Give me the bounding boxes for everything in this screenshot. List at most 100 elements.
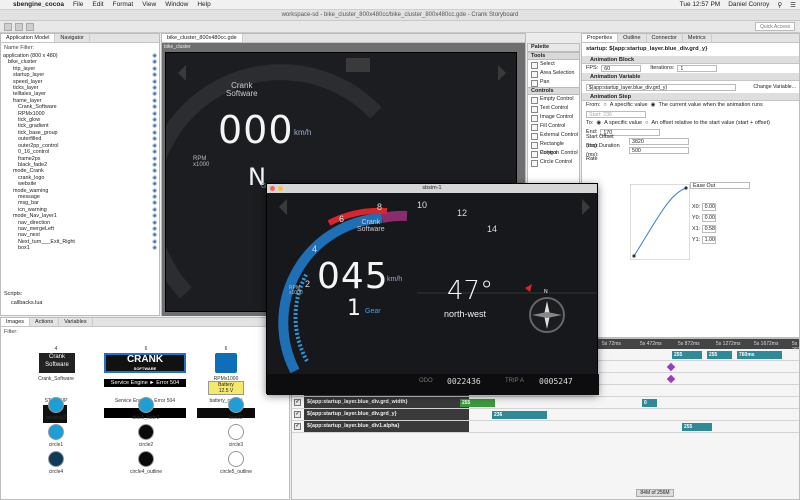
menu-list-icon[interactable]: ☰ <box>790 1 796 9</box>
palette-control-empty-control[interactable]: Empty Control <box>528 95 579 104</box>
palette-control-polygon-control[interactable]: Polygon Control <box>528 149 579 158</box>
simulator-window[interactable]: sbsim-1 Crank Software 045 km/h 1 Gear RP… <box>266 183 599 395</box>
section-animation-block[interactable]: Animation Block <box>582 56 799 64</box>
palette-tools-header[interactable]: Tools <box>528 52 579 60</box>
y0-field[interactable]: 0.00 <box>701 214 716 222</box>
palette-title: Palette <box>528 44 579 52</box>
to-radio-offset[interactable]: ○ <box>645 119 648 128</box>
search-icon[interactable]: ⚲ <box>777 1 782 9</box>
animation-step-bar[interactable]: 255 <box>460 399 495 407</box>
x0-field[interactable]: 0.00 <box>701 203 716 211</box>
row-enable-checkbox[interactable]: ✓ <box>294 411 301 418</box>
fps-field[interactable]: 60 <box>601 65 642 72</box>
start-field[interactable]: Start: 236 <box>586 111 646 118</box>
animation-step-bar[interactable]: 760ms <box>737 351 782 359</box>
palette-tool-select[interactable]: Select <box>528 60 579 69</box>
image-thumb-bearing2[interactable] <box>48 397 64 413</box>
menu-edit[interactable]: Edit <box>92 1 103 8</box>
tab-outline[interactable]: Outline <box>618 34 647 42</box>
palette-control-circle-control[interactable]: Circle Control <box>528 158 579 167</box>
palette-control-external-control[interactable]: External Control <box>528 131 579 140</box>
tab-variables[interactable]: Variables <box>59 318 93 326</box>
image-thumb-box22[interactable] <box>228 397 244 413</box>
menu-window[interactable]: Window <box>165 1 188 8</box>
palette-controls: Empty Control Text Control Image Control Fi… <box>528 95 579 167</box>
tab-connector[interactable]: Connector <box>647 34 683 42</box>
tab-actions[interactable]: Actions <box>30 318 60 326</box>
variable-field[interactable]: ${app:startup_layer.blue_div.grd_y} <box>586 83 736 91</box>
tab-properties[interactable]: Properties <box>582 34 619 42</box>
img-crank-software-thumb[interactable]: Crank Software <box>39 353 75 373</box>
palette-control-fill-control[interactable]: Fill Control <box>528 122 579 131</box>
iterations-field[interactable]: 1 <box>677 65 718 72</box>
menu-app-name[interactable]: sbengine_cocoa <box>13 1 64 8</box>
image-thumb-circle4_outline[interactable] <box>138 451 154 467</box>
offset-field[interactable]: 3820 <box>629 138 689 145</box>
keyframe-marker[interactable] <box>666 362 676 372</box>
img-battery-thumb[interactable]: Battery 12.5 V <box>208 381 244 395</box>
keyframe-marker[interactable] <box>666 374 676 384</box>
image-thumb-black_fade2[interactable] <box>138 397 154 413</box>
model-tree: application (800 x 480) ◉ bike_cluster ◉ tri… <box>1 53 159 252</box>
ruler-tick: 5s 72ms <box>602 341 621 347</box>
row-enable-checkbox[interactable]: ✓ <box>294 399 301 406</box>
duration-row: Step Duration (ms): 500 <box>582 143 799 158</box>
menu-view[interactable]: View <box>142 1 156 8</box>
save-icon[interactable] <box>15 23 23 31</box>
tree-item[interactable]: box1 ◉ <box>3 245 159 251</box>
visibility-eye-icon[interactable]: ◉ <box>152 245 157 251</box>
image-thumb-circle5_outline[interactable] <box>228 451 244 467</box>
img-crank-logo-thumb[interactable]: CRANK SOFTWARE <box>104 353 186 373</box>
img-rpm-thumb[interactable] <box>215 353 237 373</box>
menu-file[interactable]: File <box>73 1 83 8</box>
menu-help[interactable]: Help <box>197 1 210 8</box>
animation-step-bar[interactable]: 0 <box>642 399 657 407</box>
section-animation-step[interactable]: Animation Step <box>582 93 799 101</box>
user-name[interactable]: Daniel Conroy <box>728 1 769 9</box>
sim-gear-label: Gear <box>365 308 381 315</box>
animation-step-bar[interactable]: 255 <box>672 351 702 359</box>
palette-control-image-control[interactable]: Image Control <box>528 113 579 122</box>
timeline-row[interactable]: ✓ ${app:startup_layer.blue_div.grd_width}… <box>292 397 799 409</box>
row-enable-checkbox[interactable]: ✓ <box>294 423 301 430</box>
tab-metrics[interactable]: Metrics <box>683 34 712 42</box>
from-radio-current[interactable]: ◉ <box>651 101 656 110</box>
section-animation-variable[interactable]: Animation Variable <box>582 73 799 81</box>
run-icon[interactable] <box>26 23 34 31</box>
tab-application-model[interactable]: Application Model <box>1 34 56 42</box>
trip-label: TRIP A <box>505 378 524 384</box>
img-service-engine-thumb[interactable]: Service Engine ► Error 504 <box>104 379 186 387</box>
duration-field[interactable]: 500 <box>629 147 689 154</box>
script-file[interactable]: callbacks.lua <box>11 300 43 306</box>
new-icon[interactable] <box>4 23 12 31</box>
palette-tool-pan[interactable]: Pan <box>528 78 579 87</box>
y1-field[interactable]: 1.00 <box>701 236 716 244</box>
from-radio-specific[interactable]: ○ <box>603 101 606 110</box>
palette-controls-header[interactable]: Controls <box>528 87 579 95</box>
animation-step-bar[interactable]: 236 <box>492 411 547 419</box>
tab-navigator[interactable]: Navigator <box>55 34 90 42</box>
palette-tool-area-selection[interactable]: Area Selection <box>528 69 579 78</box>
tab-images[interactable]: Images <box>1 318 31 326</box>
easing-curve[interactable] <box>630 184 690 260</box>
close-icon[interactable] <box>270 186 275 191</box>
change-variable-button[interactable]: Change Variable... <box>753 83 796 92</box>
quick-access-input[interactable]: Quick Access <box>755 22 795 31</box>
minimize-icon[interactable] <box>278 186 283 191</box>
tab-gde-file[interactable]: bike_cluster_800x480cc.gde <box>162 34 243 42</box>
menu-format[interactable]: Format <box>113 1 134 8</box>
timeline-row[interactable]: ✓ ${app:startup_layer.blue_div.grd_y} 236 <box>292 409 799 421</box>
application-model-panel: Application Model Navigator Name Filter:… <box>0 33 160 316</box>
animation-step-bar[interactable]: 255 <box>682 423 712 431</box>
animation-step-bar[interactable]: 255 <box>707 351 732 359</box>
to-radio-specific[interactable]: ◉ <box>596 119 601 128</box>
image-thumb-circle3[interactable] <box>228 424 244 440</box>
palette-control-text-control[interactable]: Text Control <box>528 104 579 113</box>
timeline-row[interactable]: ✓ ${app:startup_layer.blue_div1.alpha} 255 <box>292 421 799 433</box>
image-thumb-circle2[interactable] <box>138 424 154 440</box>
x1-field[interactable]: 0.58 <box>701 225 716 233</box>
rate-select[interactable]: Ease Out <box>690 182 750 189</box>
image-thumb-circle4[interactable] <box>48 451 64 467</box>
palette-control-rectangle-control[interactable]: Rectangle Control <box>528 140 579 156</box>
image-thumb-circle1[interactable] <box>48 424 64 440</box>
